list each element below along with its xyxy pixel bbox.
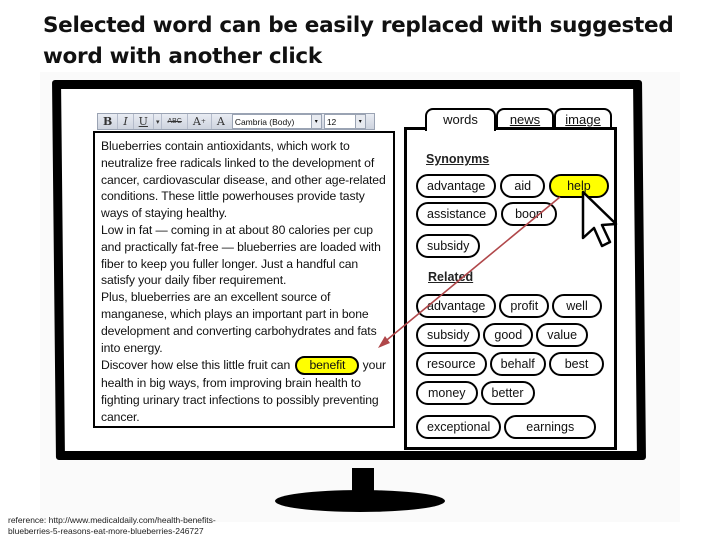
font-name-value: Cambria (Body) (234, 116, 295, 127)
underline-dropdown-icon[interactable]: ▾ (154, 114, 163, 129)
chevron-down-icon[interactable]: ▾ (310, 115, 321, 128)
related-heading: Related (428, 270, 474, 284)
synonyms-list: advantage aid help assistance boon subsi… (416, 174, 616, 258)
tab-words[interactable]: words (425, 108, 496, 131)
monitor-base (275, 490, 445, 512)
related-chip[interactable]: subsidy (416, 323, 481, 347)
synonym-chip[interactable]: aid (500, 174, 546, 198)
synonym-chip[interactable]: assistance (416, 202, 498, 226)
formatting-toolbar: B I U ▾ ABC A + A Cambria (Body) ▾ 12 ▾ (97, 113, 375, 130)
grow-font-icon: A (192, 115, 201, 128)
slide-title: Selected word can be easily replaced wit… (43, 13, 674, 69)
related-list: advantage profit well subsidy good value… (416, 294, 612, 439)
related-chip[interactable]: best (548, 352, 605, 376)
underline-button[interactable]: U (134, 114, 154, 129)
reference-line: blueberries-5-reasons-eat-more-blueberri… (8, 526, 204, 536)
chevron-down-icon[interactable]: ▾ (354, 115, 365, 128)
paragraph: Blueberries contain antioxidants, which … (101, 139, 386, 221)
related-chip[interactable]: well (552, 294, 602, 318)
synonym-chip[interactable]: subsidy (416, 234, 481, 258)
paragraph: Plus, blueberries are an excellent sourc… (101, 290, 377, 355)
font-color-button[interactable]: A (212, 114, 230, 129)
related-chip[interactable]: good (483, 323, 534, 347)
related-chip[interactable]: advantage (416, 294, 497, 318)
grow-font-button[interactable]: A + (188, 114, 212, 129)
related-chip[interactable]: resource (416, 352, 487, 376)
synonym-chip-selected[interactable]: help (549, 174, 609, 198)
synonyms-heading: Synonyms (426, 152, 490, 166)
synonym-chip[interactable]: boon (501, 202, 557, 226)
font-name-select[interactable]: Cambria (Body) ▾ (231, 114, 322, 129)
reference-citation: reference: http://www.medicaldaily.com/h… (8, 515, 216, 537)
paragraph: Discover how else this little fruit can … (101, 356, 388, 425)
related-chip[interactable]: value (536, 323, 589, 347)
related-chip[interactable]: behalf (489, 352, 546, 376)
text-before-selection: Discover how else this little fruit can (101, 358, 291, 373)
paragraph: Low in fat — coming in at about 80 calor… (101, 222, 381, 288)
font-color-icon: A (216, 115, 225, 128)
related-chip[interactable]: earnings (504, 415, 597, 439)
related-chip[interactable]: profit (499, 294, 550, 318)
font-size-value: 12 (326, 116, 337, 127)
related-chip[interactable]: money (416, 381, 478, 405)
bold-button[interactable]: B (98, 114, 119, 129)
related-chip[interactable]: better (480, 381, 535, 405)
selected-word[interactable]: benefit (295, 356, 360, 376)
synonym-chip[interactable]: advantage (416, 174, 497, 198)
text-editor[interactable]: Blueberries contain antioxidants, which … (93, 131, 395, 428)
font-size-select[interactable]: 12 ▾ (323, 114, 366, 129)
related-chip[interactable]: exceptional (416, 415, 502, 439)
reference-line: reference: http://www.medicaldaily.com/h… (8, 515, 216, 525)
strikethrough-button[interactable]: ABC (162, 114, 188, 129)
italic-button[interactable]: I (118, 114, 134, 129)
